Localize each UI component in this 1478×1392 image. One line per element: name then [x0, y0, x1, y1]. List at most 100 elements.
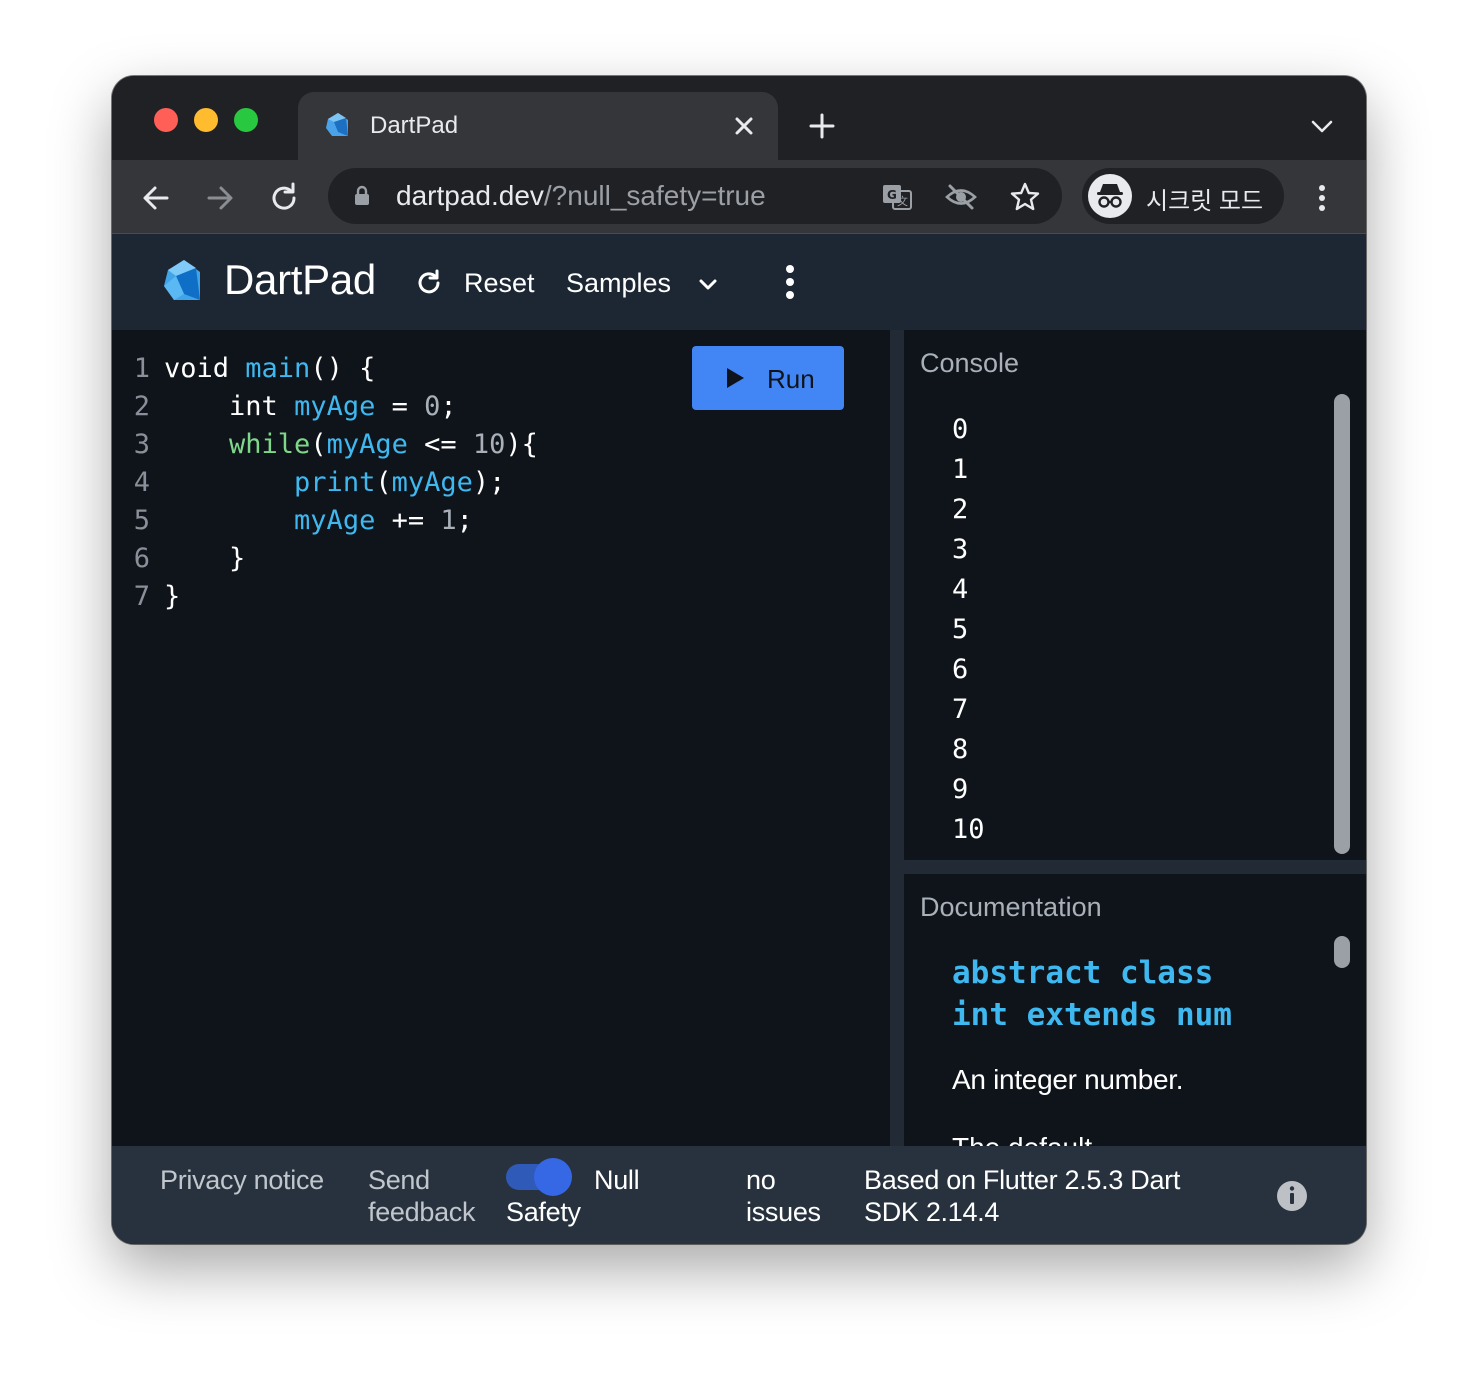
line-number: 3	[133, 429, 150, 460]
url-path: /?null_safety=true	[543, 180, 766, 211]
samples-dropdown[interactable]: Samples	[566, 260, 726, 304]
code-line[interactable]: 4 print(myAge);	[112, 464, 538, 502]
console-output: 0 1 2 3 4 5 6 7 8 9 10	[952, 410, 985, 850]
code-token: (	[375, 467, 392, 498]
incognito-badge[interactable]: 시크릿 모드	[1082, 168, 1284, 224]
refresh-icon	[418, 269, 440, 294]
code-token: 1	[440, 505, 457, 536]
code-token: <=	[407, 429, 473, 460]
incognito-label: 시크릿 모드	[1146, 188, 1264, 215]
translate-icon[interactable]: G 文	[880, 180, 914, 214]
code-token: myAge	[391, 467, 473, 498]
send-feedback-link[interactable]: Send feedback	[368, 1164, 488, 1228]
reload-icon[interactable]	[264, 178, 304, 218]
code-token: () {	[310, 353, 376, 384]
code-token: =	[375, 391, 425, 422]
info-icon[interactable]	[1276, 1180, 1308, 1212]
line-number: 7	[133, 581, 150, 612]
code-line[interactable]: 1 void main() {	[112, 350, 538, 388]
close-window-button[interactable]	[154, 108, 178, 132]
new-tab-icon[interactable]	[802, 106, 842, 146]
address-bar[interactable]: dartpad.dev/?null_safety=true G 文	[328, 168, 1062, 224]
dartpad-app: DartPad Reset Samples 1 void main() {2 …	[112, 234, 1366, 1244]
doc-description: An integer number.	[952, 1064, 1184, 1095]
zoom-window-button[interactable]	[234, 108, 258, 132]
reset-button[interactable]: Reset	[412, 260, 542, 304]
forward-icon[interactable]	[200, 178, 240, 218]
console-line: 2	[952, 494, 969, 525]
reset-label: Reset	[464, 268, 535, 298]
console-line: 7	[952, 694, 969, 725]
documentation-title: Documentation	[920, 892, 1102, 922]
code-token: myAge	[294, 505, 376, 536]
code-token: (	[310, 429, 327, 460]
more-options-icon[interactable]	[776, 262, 804, 302]
dart-logo-icon	[164, 260, 200, 300]
null-safety-label: Null Safety	[506, 1165, 640, 1227]
version-info: Based on Flutter 2.5.3 Dart SDK 2.14.4	[864, 1165, 1181, 1227]
run-button[interactable]: Run	[692, 346, 844, 410]
code-line[interactable]: 5 myAge += 1;	[112, 502, 538, 540]
code-line[interactable]: 6 }	[112, 540, 538, 578]
code-lines: 1 void main() {2 int myAge = 0; 3 while(my…	[112, 350, 538, 616]
code-line[interactable]: 2 int myAge = 0;	[112, 388, 538, 426]
code-token: ;	[456, 505, 473, 536]
star-icon[interactable]	[1008, 180, 1042, 214]
code-line[interactable]: 7}	[112, 578, 538, 616]
doc-more-text: The default	[952, 1132, 1092, 1146]
code-editor[interactable]: 1 void main() {2 int myAge = 0; 3 while(my…	[112, 330, 890, 1146]
issues-status: no issues	[746, 1165, 821, 1227]
lock-icon[interactable]	[350, 184, 374, 208]
incognito-icon	[1097, 184, 1123, 208]
line-number: 2	[133, 391, 150, 422]
code-token: myAge	[326, 429, 408, 460]
code-token: print	[294, 467, 376, 498]
tab-search-chevron-icon[interactable]	[1306, 110, 1338, 142]
privacy-notice-link[interactable]: Privacy notice	[160, 1164, 350, 1196]
code-token: while	[229, 429, 311, 460]
dart-favicon-icon	[326, 113, 348, 136]
code-token: void	[164, 353, 246, 384]
url-text: dartpad.dev/?null_safety=true	[396, 180, 766, 212]
console-scrollbar[interactable]	[1334, 394, 1350, 854]
line-number: 1	[133, 353, 150, 384]
play-icon	[727, 368, 744, 388]
console-line: 0	[952, 414, 969, 445]
code-token: ;	[440, 391, 457, 422]
line-number: 4	[133, 467, 150, 498]
back-icon[interactable]	[136, 178, 176, 218]
horizontal-splitter[interactable]	[904, 860, 1366, 874]
code-token: 10	[472, 429, 506, 460]
line-number: 5	[133, 505, 150, 536]
app-title: DartPad	[224, 256, 376, 303]
console-line: 10	[952, 814, 985, 845]
console-line: 5	[952, 614, 969, 645]
tab-strip: DartPad	[112, 76, 1366, 160]
console-panel: Console 0 1 2 3 4 5 6 7 8 9 10	[904, 330, 1366, 860]
minimize-window-button[interactable]	[194, 108, 218, 132]
console-line: 9	[952, 774, 969, 805]
app-header: DartPad Reset Samples	[112, 234, 1366, 330]
console-line: 1	[952, 454, 969, 485]
vertical-splitter[interactable]	[890, 330, 904, 1146]
line-number: 6	[133, 543, 150, 574]
documentation-panel: Documentation abstract class int extends…	[904, 874, 1366, 1146]
chevron-down-icon	[699, 279, 717, 290]
status-footer: Privacy notice Send feedback Null Safety…	[112, 1146, 1366, 1244]
browser-toolbar: dartpad.dev/?null_safety=true G 文 시크릿 모드	[112, 160, 1366, 234]
incognito-avatar	[1088, 174, 1132, 218]
console-line: 3	[952, 534, 969, 565]
code-token: }	[164, 543, 246, 574]
code-token: 0	[424, 391, 441, 422]
eye-off-icon[interactable]	[944, 180, 978, 214]
samples-label: Samples	[566, 268, 672, 298]
tab-dartpad[interactable]: DartPad	[298, 92, 778, 160]
docs-scrollbar[interactable]	[1334, 936, 1350, 968]
code-line[interactable]: 3 while(myAge <= 10){	[112, 426, 538, 464]
close-tab-icon[interactable]	[726, 108, 762, 144]
browser-menu-icon[interactable]	[1306, 178, 1338, 218]
